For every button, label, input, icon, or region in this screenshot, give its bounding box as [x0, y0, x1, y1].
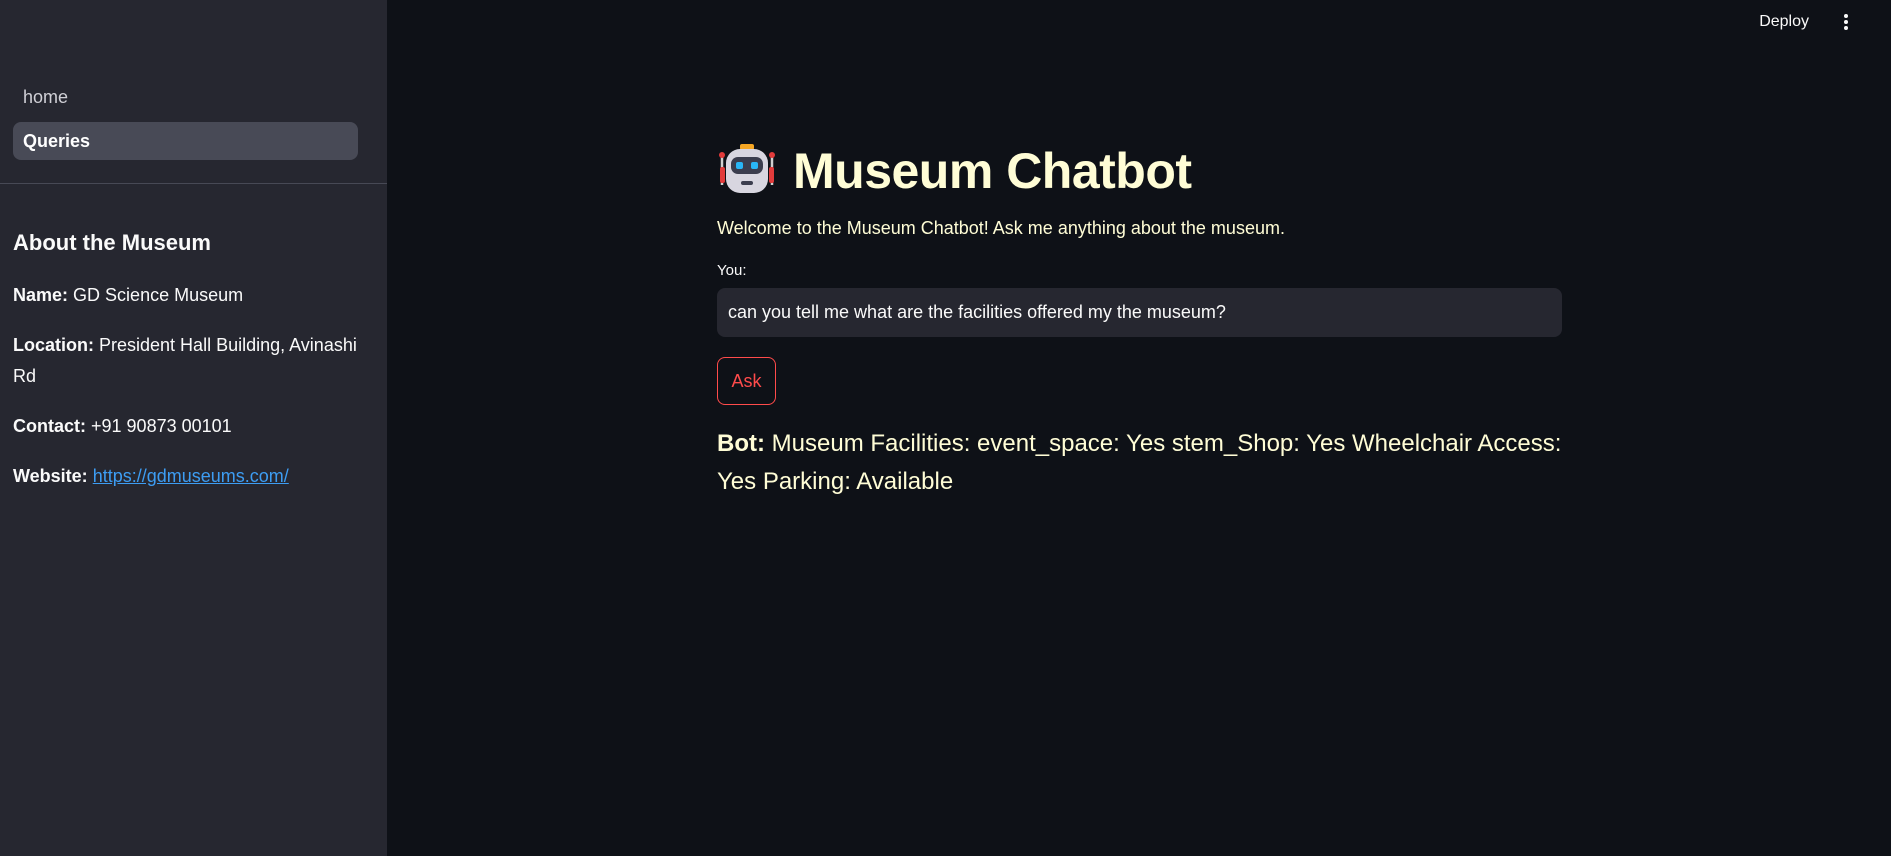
page-title: Museum Chatbot — [793, 143, 1192, 199]
main-content: Museum Chatbot Welcome to the Museum Cha… — [717, 138, 1562, 501]
about-location: Location: President Hall Building, Avina… — [13, 330, 363, 392]
about-website: Website: https://gdmuseums.com/ — [13, 461, 363, 492]
ask-button[interactable]: Ask — [717, 357, 776, 405]
sidebar: home Queries About the Museum Name: GD S… — [0, 0, 387, 856]
about-contact: Contact: +91 90873 00101 — [13, 411, 363, 442]
deploy-button[interactable]: Deploy — [1759, 13, 1809, 31]
sidebar-item-home[interactable]: home — [13, 78, 358, 116]
name-value: GD Science Museum — [73, 285, 244, 305]
robot-icon — [719, 144, 775, 193]
website-label: Website: — [13, 466, 88, 486]
title-row: Museum Chatbot — [717, 138, 1562, 204]
contact-value: +91 90873 00101 — [91, 416, 232, 436]
sidebar-item-queries[interactable]: Queries — [13, 122, 358, 160]
input-label: You: — [717, 262, 747, 279]
contact-label: Contact: — [13, 416, 86, 436]
about-name: Name: GD Science Museum — [13, 280, 363, 311]
vertical-ellipsis-icon[interactable] — [1837, 12, 1855, 32]
bot-response: Bot: Museum Facilities: event_space: Yes… — [717, 425, 1562, 501]
question-input[interactable]: can you tell me what are the facilities … — [717, 288, 1562, 337]
location-label: Location: — [13, 335, 94, 355]
bot-answer-text: Museum Facilities: event_space: Yes stem… — [717, 430, 1562, 495]
sidebar-nav: home Queries — [13, 78, 358, 166]
sidebar-divider — [0, 183, 387, 184]
bot-prefix: Bot: — [717, 430, 765, 457]
website-link[interactable]: https://gdmuseums.com/ — [93, 466, 289, 486]
top-toolbar: Deploy — [1759, 0, 1891, 44]
about-section: About the Museum Name: GD Science Museum… — [13, 230, 363, 511]
name-label: Name: — [13, 285, 69, 305]
about-heading: About the Museum — [13, 230, 211, 255]
welcome-text: Welcome to the Museum Chatbot! Ask me an… — [717, 218, 1285, 238]
